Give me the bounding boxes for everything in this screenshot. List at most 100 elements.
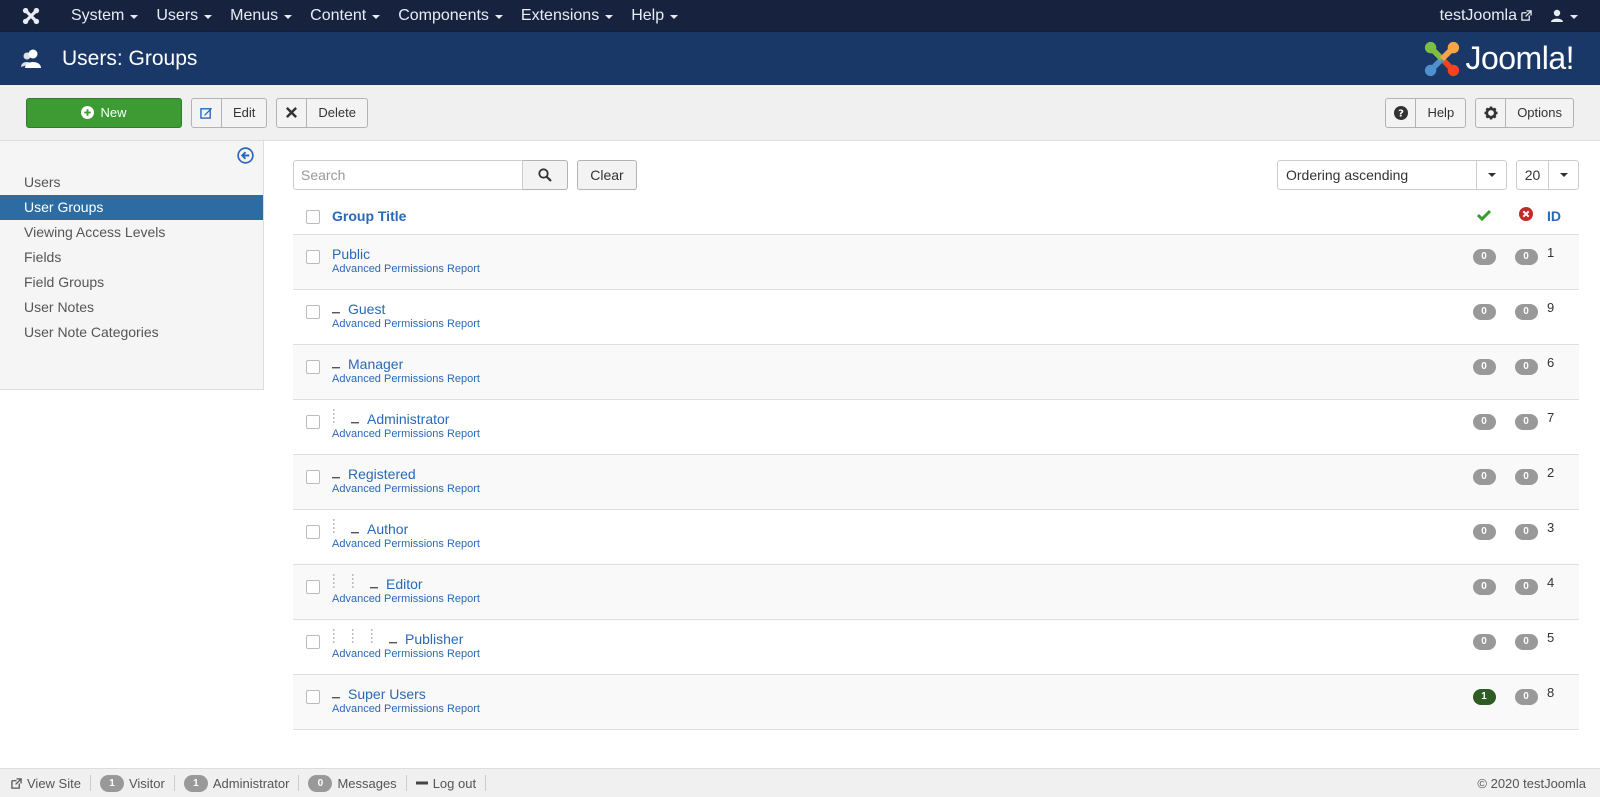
status-footer: View Site 1 Visitor 1 Administrator 0 Me… xyxy=(0,768,1600,797)
group-title-link[interactable]: Guest xyxy=(348,301,385,317)
enabled-count-cell: 0 xyxy=(1463,564,1505,620)
ordering-select[interactable]: Ordering ascending xyxy=(1277,160,1507,190)
nav-menu-help[interactable]: Help xyxy=(622,0,687,31)
group-title-link[interactable]: Editor xyxy=(386,576,423,592)
row-select-cell xyxy=(293,564,332,620)
nav-menu-components[interactable]: Components xyxy=(389,0,512,31)
group-title-header[interactable]: Group Title xyxy=(332,198,1463,235)
blocked-count-badge: 0 xyxy=(1514,248,1538,265)
group-title-cell: Guest Advanced Permissions Report xyxy=(332,289,1463,345)
row-checkbox[interactable] xyxy=(305,304,320,319)
limit-select[interactable]: 20 xyxy=(1516,160,1579,190)
search-input[interactable]: Search xyxy=(293,160,523,190)
admin-badge: 1 xyxy=(183,774,208,792)
permissions-report-link[interactable]: Advanced Permissions Report xyxy=(332,483,1463,495)
enabled-count-badge: 0 xyxy=(1472,523,1496,540)
permissions-report-link[interactable]: Advanced Permissions Report xyxy=(332,593,1463,605)
group-title-link[interactable]: Publisher xyxy=(405,631,463,647)
page-header: Users: Groups Joomla! xyxy=(0,31,1600,85)
groups-table: Group Title ID Public Advanced Permission… xyxy=(293,198,1579,730)
enabled-count-badge: 0 xyxy=(1472,633,1496,650)
group-id-cell: 9 xyxy=(1547,289,1579,345)
group-title-link[interactable]: Registered xyxy=(348,466,416,482)
group-title-link[interactable]: Manager xyxy=(348,356,403,372)
admin-count: 1 Administrator xyxy=(175,774,300,792)
enabled-count-badge: 1 xyxy=(1472,688,1496,705)
blocked-count-cell: 0 xyxy=(1505,454,1547,510)
site-link[interactable]: testJoomla xyxy=(1440,7,1550,25)
row-select-cell xyxy=(293,344,332,400)
id-header[interactable]: ID xyxy=(1547,198,1579,235)
row-checkbox[interactable] xyxy=(305,249,320,264)
tree-indent-icon xyxy=(370,629,389,648)
joomla-menu-logo-icon[interactable] xyxy=(0,7,62,25)
permissions-report-link[interactable]: Advanced Permissions Report xyxy=(332,318,1463,330)
nav-menu-label: Menus xyxy=(230,6,279,24)
row-checkbox[interactable] xyxy=(305,689,320,704)
search-button[interactable] xyxy=(523,160,568,190)
view-site-link[interactable]: View Site xyxy=(11,775,91,791)
tree-indent-icon xyxy=(332,409,351,428)
nav-menu-label: System xyxy=(71,6,125,24)
user-menu[interactable] xyxy=(1550,9,1600,23)
enabled-count-cell: 1 xyxy=(1463,674,1505,730)
permissions-report-link[interactable]: Advanced Permissions Report xyxy=(332,428,1463,440)
messages-link[interactable]: 0 Messages xyxy=(299,774,407,792)
group-title-link[interactable]: Public xyxy=(332,246,370,262)
sidebar-item-fields[interactable]: Fields xyxy=(0,245,263,270)
nav-menu-extensions[interactable]: Extensions xyxy=(512,0,622,31)
permissions-report-link[interactable]: Advanced Permissions Report xyxy=(332,263,1463,275)
table-row: Guest Advanced Permissions Report 0 0 9 xyxy=(293,289,1579,345)
nav-menu-users[interactable]: Users xyxy=(147,0,221,31)
edit-button[interactable]: Edit xyxy=(191,97,268,128)
group-id-cell: 2 xyxy=(1547,454,1579,510)
clear-button[interactable]: Clear xyxy=(577,160,637,190)
top-navbar: System Users Menus Content Components Extensi… xyxy=(0,0,1600,31)
permissions-report-link[interactable]: Advanced Permissions Report xyxy=(332,648,1463,660)
sidebar-item-user-notes[interactable]: User Notes xyxy=(0,295,263,320)
enabled-count-badge: 0 xyxy=(1472,248,1496,265)
permissions-report-link[interactable]: Advanced Permissions Report xyxy=(332,538,1463,550)
sidebar-item-users[interactable]: Users xyxy=(0,170,263,195)
chevron-down-icon xyxy=(670,14,679,19)
ordering-value: Ordering ascending xyxy=(1286,167,1409,183)
row-checkbox[interactable] xyxy=(305,524,320,539)
sidebar-collapse-icon[interactable] xyxy=(237,147,254,167)
group-title-link[interactable]: Administrator xyxy=(367,411,449,427)
new-button[interactable]: New xyxy=(26,97,182,128)
row-select-cell xyxy=(293,399,332,455)
row-checkbox[interactable] xyxy=(305,469,320,484)
group-title-cell: Administrator Advanced Permissions Report xyxy=(332,399,1463,455)
row-checkbox[interactable] xyxy=(305,634,320,649)
row-checkbox[interactable] xyxy=(305,414,320,429)
visitor-badge: 1 xyxy=(99,774,124,792)
sidebar-item-user-note-categories[interactable]: User Note Categories xyxy=(0,320,263,345)
nav-menu-menus[interactable]: Menus xyxy=(221,0,301,31)
permissions-report-link[interactable]: Advanced Permissions Report xyxy=(332,373,1463,385)
row-select-cell xyxy=(293,509,332,565)
sidebar-item-field-groups[interactable]: Field Groups xyxy=(0,270,263,295)
row-checkbox[interactable] xyxy=(305,359,320,374)
nav-menu-content[interactable]: Content xyxy=(301,0,389,31)
group-title-cell: Registered Advanced Permissions Report xyxy=(332,454,1463,510)
table-row: Super Users Advanced Permissions Report 1 0… xyxy=(293,674,1579,730)
row-checkbox[interactable] xyxy=(305,579,320,594)
logout-link[interactable]: Log out xyxy=(407,775,487,791)
nav-menu-system[interactable]: System xyxy=(62,0,147,31)
blocked-count-badge: 0 xyxy=(1514,523,1538,540)
sidebar-item-user-groups[interactable]: User Groups xyxy=(0,195,263,220)
options-button[interactable]: Options xyxy=(1475,97,1574,128)
blocked-count-badge: 0 xyxy=(1514,688,1538,705)
nav-menu-label: Help xyxy=(631,6,665,24)
help-button[interactable]: ? Help xyxy=(1385,97,1467,128)
sidebar-item-viewing-access-levels[interactable]: Viewing Access Levels xyxy=(0,220,263,245)
minus-icon xyxy=(415,781,428,785)
group-title-link[interactable]: Author xyxy=(367,521,408,537)
permissions-report-link[interactable]: Advanced Permissions Report xyxy=(332,703,1463,715)
nav-menu-label: Users xyxy=(156,6,199,24)
tree-indent-icon xyxy=(332,519,351,538)
brand-name: Joomla! xyxy=(1465,40,1574,76)
select-all-checkbox[interactable] xyxy=(305,210,320,225)
group-title-link[interactable]: Super Users xyxy=(348,686,426,702)
delete-button[interactable]: Delete xyxy=(276,97,368,128)
